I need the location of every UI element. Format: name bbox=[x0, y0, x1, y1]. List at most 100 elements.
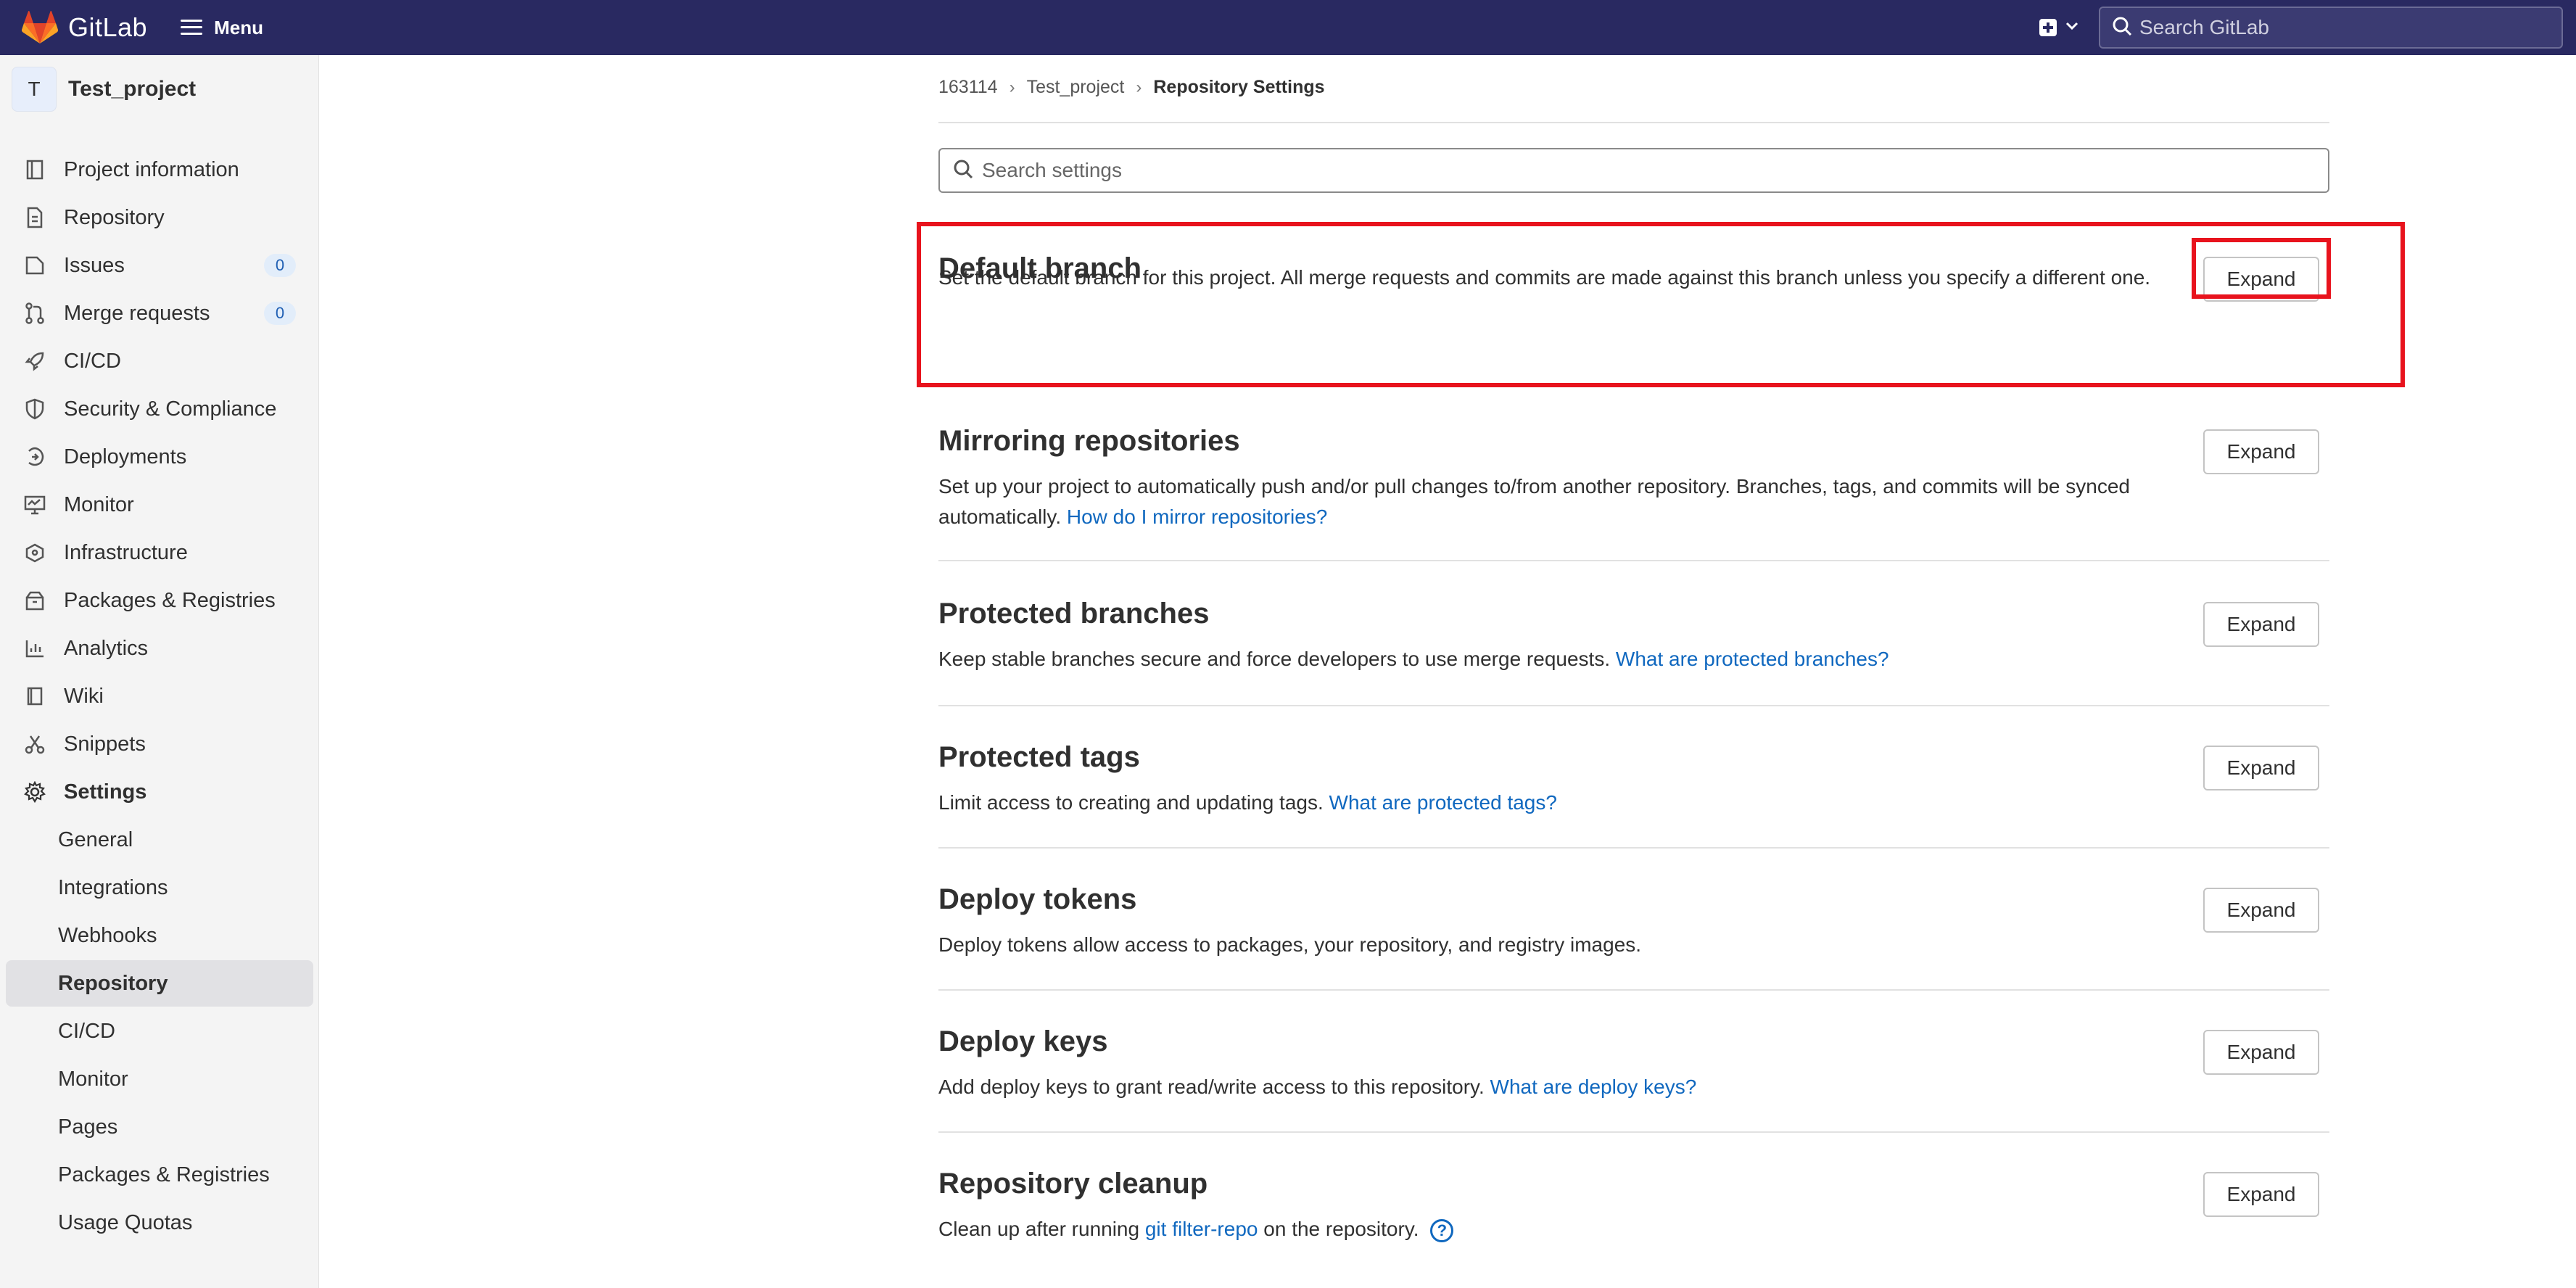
section-title: Protected branches bbox=[938, 598, 1210, 629]
sidebar-item-merge-requests[interactable]: Merge requests 0 bbox=[6, 290, 313, 337]
sidebar-item-label: Infrastructure bbox=[64, 540, 188, 564]
sidebar-item-repository[interactable]: Repository bbox=[6, 194, 313, 241]
sidebar-item-monitor[interactable]: Monitor bbox=[6, 482, 313, 528]
gitlab-search-box[interactable] bbox=[2099, 7, 2563, 49]
divider bbox=[938, 1131, 2329, 1133]
create-new-button[interactable] bbox=[2039, 19, 2078, 36]
sidebar-subitem-label: Packages & Registries bbox=[58, 1163, 270, 1186]
section-description: Set up your project to automatically pus… bbox=[938, 471, 2171, 532]
merge-requests-count-badge: 0 bbox=[264, 302, 296, 325]
menu-button[interactable]: Menu bbox=[181, 17, 263, 39]
project-name: Test_project bbox=[68, 77, 197, 101]
help-link[interactable]: What are deploy keys? bbox=[1490, 1076, 1697, 1098]
sidebar-item-wiki[interactable]: Wiki bbox=[6, 673, 313, 719]
section-title: Protected tags bbox=[938, 741, 1140, 773]
git-filter-repo-link[interactable]: git filter-repo bbox=[1145, 1218, 1258, 1240]
help-link[interactable]: What are protected branches? bbox=[1616, 648, 1889, 670]
gitlab-home-link[interactable]: GitLab bbox=[22, 10, 147, 45]
divider bbox=[938, 847, 2329, 849]
question-circle-icon[interactable]: ? bbox=[1430, 1218, 1454, 1242]
cloud-icon bbox=[23, 541, 46, 564]
settings-sub-packages-registries[interactable]: Packages & Registries bbox=[6, 1152, 313, 1198]
settings-sub-general[interactable]: General bbox=[6, 817, 313, 863]
help-link[interactable]: How do I mirror repositories? bbox=[1067, 505, 1327, 528]
hamburger-icon bbox=[181, 20, 203, 36]
project-avatar: T bbox=[12, 67, 57, 112]
divider bbox=[938, 705, 2329, 706]
settings-sub-integrations[interactable]: Integrations bbox=[6, 864, 313, 911]
breadcrumb-current[interactable]: Repository Settings bbox=[1153, 77, 1324, 98]
sidebar-item-settings[interactable]: Settings bbox=[6, 769, 313, 815]
expand-mirroring-button[interactable]: Expand bbox=[2203, 429, 2319, 474]
settings-sub-monitor[interactable]: Monitor bbox=[6, 1056, 313, 1102]
issues-count-badge: 0 bbox=[264, 254, 296, 277]
section-description: Clean up after running git filter-repo o… bbox=[938, 1214, 2171, 1244]
breadcrumb-group-link[interactable]: 163114 bbox=[938, 77, 998, 98]
settings-search-box[interactable] bbox=[938, 148, 2329, 193]
sidebar-item-project-information[interactable]: Project information bbox=[6, 146, 313, 193]
sidebar-subitem-label: General bbox=[58, 827, 133, 851]
settings-sub-repository[interactable]: Repository bbox=[6, 960, 313, 1007]
expand-deploy-tokens-button[interactable]: Expand bbox=[2203, 888, 2319, 933]
divider bbox=[938, 386, 2329, 387]
expand-default-branch-button[interactable]: Expand bbox=[2203, 257, 2319, 302]
gitlab-search-input[interactable] bbox=[2139, 16, 2546, 39]
settings-sub-pages[interactable]: Pages bbox=[6, 1104, 313, 1150]
settings-sub-webhooks[interactable]: Webhooks bbox=[6, 912, 313, 959]
sidebar-item-label: CI/CD bbox=[64, 349, 121, 373]
divider bbox=[938, 989, 2329, 991]
sidebar-item-security-compliance[interactable]: Security & Compliance bbox=[6, 386, 313, 432]
top-navbar: GitLab Menu bbox=[0, 0, 2576, 55]
snippet-icon bbox=[23, 732, 46, 756]
expand-protected-branches-button[interactable]: Expand bbox=[2203, 602, 2319, 647]
expand-protected-tags-button[interactable]: Expand bbox=[2203, 746, 2319, 790]
section-description-text: on the repository. bbox=[1263, 1218, 1419, 1240]
sidebar-project-header[interactable]: T Test_project bbox=[0, 55, 318, 123]
section-description-text: Add deploy keys to grant read/write acce… bbox=[938, 1076, 1485, 1098]
breadcrumb-project-link[interactable]: Test_project bbox=[1027, 77, 1125, 98]
plus-square-icon bbox=[2039, 19, 2057, 36]
sidebar-item-label: Issues bbox=[64, 253, 125, 277]
sidebar-item-label: Project information bbox=[64, 157, 239, 181]
sidebar-subitem-label: CI/CD bbox=[58, 1019, 115, 1043]
section-title: Deploy keys bbox=[938, 1025, 1108, 1057]
sidebar-subitem-label: Integrations bbox=[58, 875, 168, 899]
project-info-icon bbox=[23, 158, 46, 181]
brand-name: GitLab bbox=[68, 12, 148, 42]
chevron-down-icon bbox=[2065, 21, 2078, 34]
sidebar-item-label: Merge requests bbox=[64, 301, 210, 325]
package-icon bbox=[23, 589, 46, 612]
settings-search-input[interactable] bbox=[982, 159, 2287, 182]
sidebar-item-label: Deployments bbox=[64, 445, 187, 468]
section-description: Add deploy keys to grant read/write acce… bbox=[938, 1072, 2171, 1102]
sidebar-item-snippets[interactable]: Snippets bbox=[6, 721, 313, 767]
section-description: Limit access to creating and updating ta… bbox=[938, 788, 2171, 818]
rocket-icon bbox=[23, 350, 46, 373]
sidebar-item-label: Repository bbox=[64, 205, 165, 229]
sidebar-item-deployments[interactable]: Deployments bbox=[6, 434, 313, 480]
gear-icon bbox=[23, 780, 46, 804]
sidebar-item-label: Settings bbox=[64, 780, 147, 804]
expand-repository-cleanup-button[interactable]: Expand bbox=[2203, 1172, 2319, 1217]
repository-icon bbox=[23, 206, 46, 229]
section-title: Deploy tokens bbox=[938, 883, 1137, 915]
section-description-text: Clean up after running bbox=[938, 1218, 1140, 1240]
sidebar-item-packages-registries[interactable]: Packages & Registries bbox=[6, 577, 313, 624]
sidebar-subitem-label: Usage Quotas bbox=[58, 1210, 193, 1234]
settings-sub-usage-quotas[interactable]: Usage Quotas bbox=[6, 1200, 313, 1246]
sidebar-item-issues[interactable]: Issues 0 bbox=[6, 242, 313, 289]
sidebar-item-infrastructure[interactable]: Infrastructure bbox=[6, 529, 313, 576]
section-title: Repository cleanup bbox=[938, 1168, 1208, 1200]
expand-deploy-keys-button[interactable]: Expand bbox=[2203, 1030, 2319, 1075]
sidebar-item-cicd[interactable]: CI/CD bbox=[6, 338, 313, 384]
chart-icon bbox=[23, 637, 46, 660]
divider bbox=[938, 560, 2329, 561]
settings-sub-cicd[interactable]: CI/CD bbox=[6, 1008, 313, 1054]
merge-request-icon bbox=[23, 302, 46, 325]
help-link[interactable]: What are protected tags? bbox=[1329, 791, 1557, 814]
sidebar-item-analytics[interactable]: Analytics bbox=[6, 625, 313, 672]
section-description-text: Set the default branch for this project.… bbox=[938, 266, 2151, 289]
menu-label: Menu bbox=[214, 16, 263, 38]
section-description-text: Limit access to creating and updating ta… bbox=[938, 791, 1324, 814]
highlight-box bbox=[917, 222, 2405, 387]
